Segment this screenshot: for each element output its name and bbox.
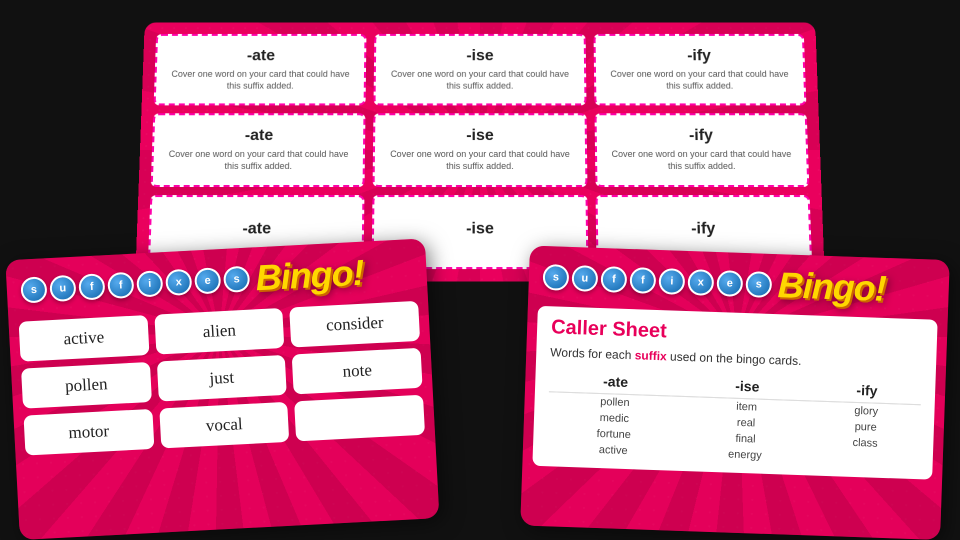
caller-cell-ate-3: active (547, 440, 680, 461)
letter-ball-i: i (136, 270, 163, 297)
caller-card-2: -ise Cover one word on your card that co… (374, 34, 586, 106)
caller-letter-balls: s u f f i x e s (542, 264, 772, 298)
bingo-cell-4: just (157, 355, 288, 402)
caller-bingo-title: Bingo! (777, 264, 886, 310)
col-header-ify: -ify (812, 376, 921, 404)
bingo-player-card: s u f f i x e s Bingo! active alien cons… (5, 238, 439, 540)
caller-card-4: -ate Cover one word on your card that co… (151, 114, 366, 187)
caller-ball-x: x (687, 269, 714, 296)
letter-balls: s u f f i x e s (20, 266, 250, 304)
top-caller-cards: -ate Cover one word on your card that co… (135, 22, 825, 281)
letter-ball-x: x (165, 269, 192, 296)
caller-cell-ise-3: energy (679, 445, 810, 466)
bingo-title: Bingo! (255, 252, 365, 300)
caller-table: -ate -ise -ify pollenitemglorymedicrealp… (547, 367, 922, 469)
caller-ball-e: e (716, 270, 743, 297)
caller-ball-i: i (658, 268, 685, 295)
letter-ball-u: u (49, 275, 76, 302)
caller-card-6: -ify Cover one word on your card that co… (594, 114, 809, 187)
bingo-grid: active alien consider pollen just note m… (19, 301, 425, 456)
bingo-cell-2: consider (290, 301, 421, 348)
caller-ball-f2: f (629, 267, 656, 294)
bingo-cell-5: note (292, 348, 423, 395)
caller-ball-s2: s (745, 271, 772, 298)
bingo-cell-7: vocal (159, 402, 290, 449)
caller-body: Caller Sheet Words for each suffix used … (532, 306, 937, 480)
bingo-cell-3: pollen (21, 362, 152, 409)
caller-ball-s: s (542, 264, 569, 291)
letter-ball-f2: f (107, 272, 134, 299)
caller-sheet: s u f f i x e s Bingo! Caller Sheet Word… (520, 246, 950, 540)
letter-ball-s2: s (223, 266, 250, 293)
bingo-cell-1: alien (154, 308, 285, 355)
letter-ball-e: e (194, 267, 221, 294)
bingo-cell-8 (294, 395, 425, 442)
caller-ball-u: u (571, 265, 598, 292)
bingo-cell-0: active (19, 315, 150, 362)
small-card-grid: -ate Cover one word on your card that co… (148, 34, 813, 269)
caller-ball-f1: f (600, 266, 627, 293)
letter-ball-f1: f (78, 273, 105, 300)
caller-card-5: -ise Cover one word on your card that co… (373, 114, 587, 187)
caller-cell-ify-3 (810, 449, 919, 469)
letter-ball-s: s (20, 276, 47, 303)
caller-card-1: -ate Cover one word on your card that co… (154, 34, 367, 106)
caller-card-3: -ify Cover one word on your card that co… (593, 34, 806, 106)
scene: -ate Cover one word on your card that co… (0, 0, 960, 540)
bingo-cell-6: motor (23, 409, 154, 456)
